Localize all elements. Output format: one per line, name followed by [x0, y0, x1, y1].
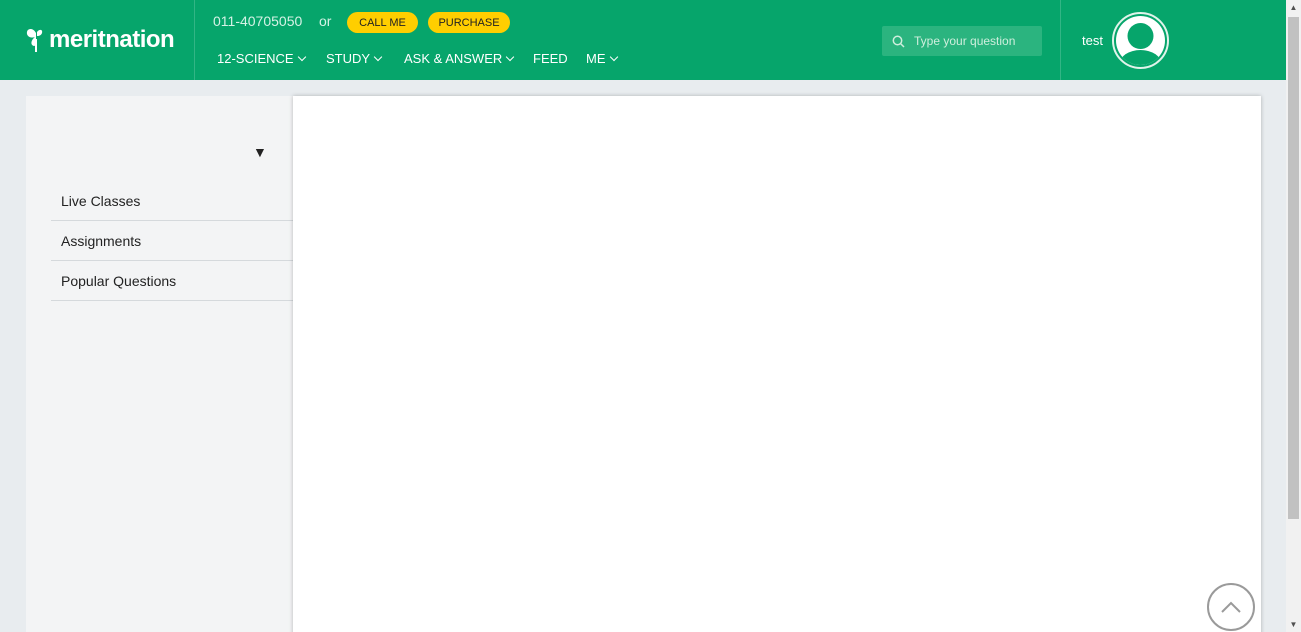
- nav-me[interactable]: ME: [586, 51, 618, 66]
- header-divider: [1060, 0, 1061, 80]
- sidebar-item-live-classes[interactable]: Live Classes: [51, 181, 294, 221]
- page-scrollbar[interactable]: ▲ ▼: [1286, 0, 1301, 632]
- main-content-panel: [293, 96, 1261, 632]
- top-header: meritnation 011-40705050 or CALL ME PURC…: [0, 0, 1286, 80]
- search-icon: [892, 35, 905, 48]
- avatar-circle: [1116, 16, 1165, 65]
- sidebar: [26, 96, 294, 632]
- scroll-down-arrow-icon[interactable]: ▼: [1286, 617, 1301, 632]
- logo-text: meritnation: [49, 26, 175, 53]
- call-me-button[interactable]: CALL ME: [347, 12, 418, 33]
- nav-study[interactable]: STUDY: [326, 51, 383, 66]
- chevron-down-icon: [373, 52, 383, 61]
- header-divider: [194, 0, 195, 80]
- sidebar-item-popular-questions[interactable]: Popular Questions: [51, 261, 294, 301]
- sidebar-item-label: Live Classes: [61, 192, 141, 209]
- search-input[interactable]: [914, 34, 1034, 48]
- username[interactable]: test: [1082, 33, 1103, 48]
- chevron-down-icon: [297, 52, 306, 61]
- butterfly-icon: [26, 28, 43, 52]
- back-to-top-button[interactable]: [1207, 583, 1255, 631]
- chevron-down-icon: [506, 52, 515, 61]
- chevron-down-icon: [609, 52, 618, 61]
- nav-feed[interactable]: FEED: [533, 51, 568, 66]
- nav-ask-answer-label: ASK & ANSWER: [404, 51, 503, 66]
- user-avatar-icon[interactable]: [1112, 12, 1169, 69]
- nav-ask-answer[interactable]: ASK & ANSWER: [404, 51, 515, 66]
- search-box[interactable]: [882, 26, 1042, 56]
- sidebar-item-label: Popular Questions: [61, 272, 177, 289]
- phone-number: 011-40705050: [213, 13, 303, 29]
- logo[interactable]: meritnation: [25, 22, 175, 58]
- nav-grade[interactable]: 12-SCIENCE: [217, 51, 306, 66]
- nav-study-label: STUDY: [326, 51, 371, 66]
- nav-grade-label: 12-SCIENCE: [217, 51, 294, 66]
- scrollbar-thumb[interactable]: [1288, 17, 1299, 519]
- purchase-button[interactable]: PURCHASE: [428, 12, 510, 33]
- nav-feed-label: FEED: [533, 51, 568, 66]
- sidebar-item-assignments[interactable]: Assignments: [51, 221, 294, 261]
- sidebar-item-label: Assignments: [61, 232, 142, 249]
- nav-me-label: ME: [586, 51, 606, 66]
- caret-down-icon[interactable]: ▼: [253, 144, 267, 160]
- person-silhouette-icon: [1119, 23, 1162, 65]
- or-text: or: [319, 13, 332, 29]
- scroll-up-arrow-icon[interactable]: ▲: [1286, 0, 1301, 15]
- chevron-up-icon: [1221, 601, 1241, 613]
